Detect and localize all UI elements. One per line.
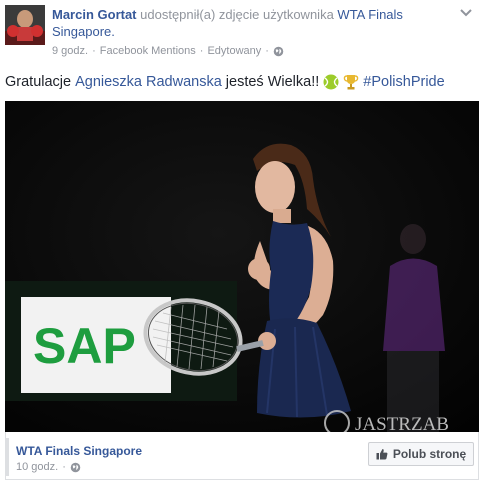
tagged-person-link[interactable]: Agnieszka Radwanska bbox=[75, 72, 222, 92]
author-name[interactable]: Marcin Gortat bbox=[52, 7, 137, 22]
hashtag-link[interactable]: #PolishPride bbox=[363, 72, 444, 92]
meta-separator: · bbox=[199, 45, 204, 57]
watermark-text: JASTRZAB bbox=[355, 414, 449, 432]
shared-page-meta: 10 godz. · bbox=[16, 461, 81, 473]
meta-separator: · bbox=[92, 45, 96, 57]
sap-sponsor-board: SAP bbox=[5, 281, 237, 401]
sap-logo-text: SAP bbox=[33, 318, 136, 374]
shared-page-name[interactable]: WTA Finals Singapore bbox=[16, 444, 142, 458]
post-message: Gratulacje Agnieszka Radwanska jesteś Wi… bbox=[5, 72, 445, 92]
post-meta: 9 godz. · Facebook Mentions · Edytowany … bbox=[52, 45, 284, 57]
like-page-label: Polub stronę bbox=[392, 447, 467, 461]
like-page-button[interactable]: Polub stronę bbox=[368, 442, 474, 466]
facebook-post: Marcin Gortat udostępnił(a) zdjęcie użyt… bbox=[0, 0, 483, 483]
post-time[interactable]: 9 godz. bbox=[52, 45, 88, 57]
globe-icon[interactable] bbox=[273, 46, 284, 57]
thumbs-up-icon bbox=[376, 449, 388, 460]
message-suffix: jesteś Wielka!! bbox=[225, 74, 320, 90]
tennis-ball-icon bbox=[323, 74, 339, 90]
avatar-image bbox=[5, 5, 45, 45]
meta-separator: · bbox=[62, 461, 66, 473]
chevron-down-icon[interactable] bbox=[459, 8, 473, 18]
shared-card-accent bbox=[5, 438, 9, 476]
post-source: Facebook Mentions bbox=[99, 45, 196, 57]
globe-icon[interactable] bbox=[70, 462, 81, 473]
message-prefix: Gratulacje bbox=[5, 74, 72, 90]
shared-time[interactable]: 10 godz. bbox=[16, 461, 58, 473]
meta-separator: · bbox=[265, 45, 269, 57]
action-text: udostępnił(a) zdjęcie użytkownika bbox=[140, 7, 334, 22]
post-header: Marcin Gortat udostępnił(a) zdjęcie użyt… bbox=[52, 6, 452, 40]
edited-label[interactable]: Edytowany bbox=[207, 45, 261, 57]
avatar[interactable] bbox=[5, 5, 45, 45]
trophy-icon bbox=[344, 75, 359, 90]
tennis-player-photo: SAP JASTRZAB bbox=[5, 101, 479, 432]
post-photo[interactable]: SAP JASTRZAB bbox=[5, 101, 479, 432]
